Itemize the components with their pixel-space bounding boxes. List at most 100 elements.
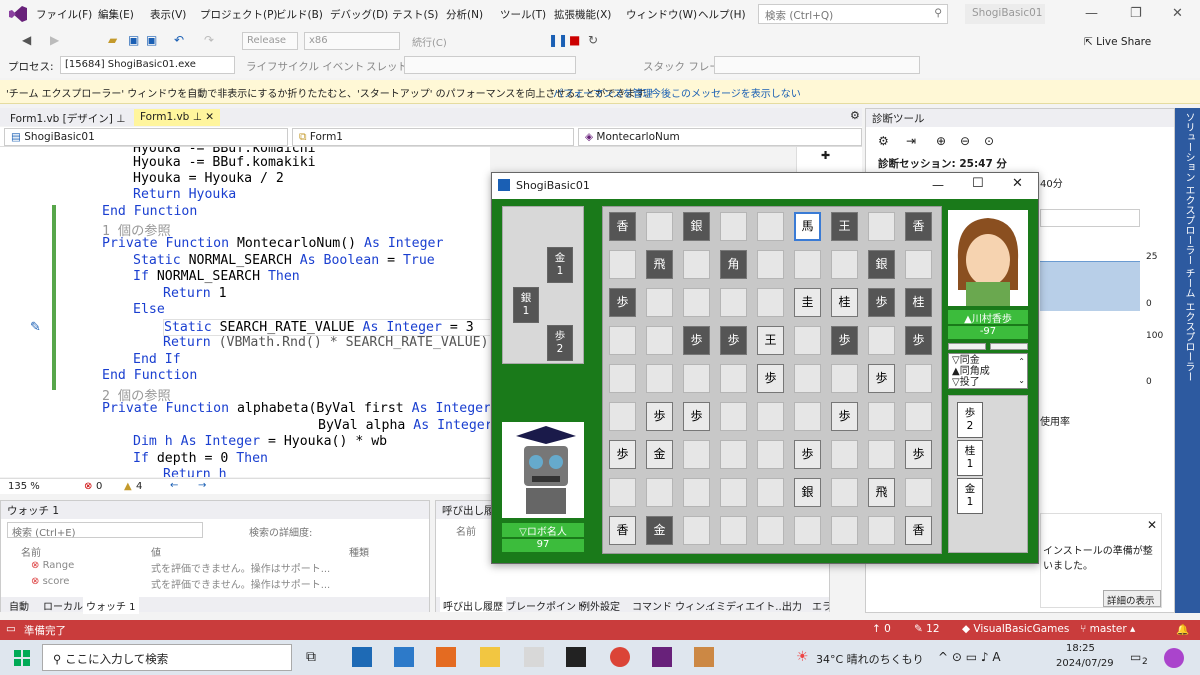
shogi-piece[interactable]: 銀 xyxy=(683,212,710,241)
search-input[interactable]: 検索 (Ctrl+Q) ⚲ xyxy=(758,4,948,24)
board-square[interactable] xyxy=(609,402,636,431)
prev-issue-icon[interactable]: ← xyxy=(170,480,178,491)
reset-zoom-icon[interactable]: ⊙ xyxy=(984,134,994,148)
board-square[interactable] xyxy=(646,288,673,317)
board-square[interactable] xyxy=(609,326,636,355)
board-square[interactable] xyxy=(905,364,932,393)
tab-form1-designer[interactable]: Form1.vb [デザイン] ⊥ xyxy=(4,109,132,126)
shogi-piece[interactable]: 香 xyxy=(905,212,932,241)
board-square[interactable] xyxy=(646,212,673,241)
shogi-piece[interactable]: 歩 xyxy=(757,364,784,393)
file-explorer-icon[interactable] xyxy=(480,647,500,667)
platform-select[interactable]: x86 xyxy=(304,32,400,50)
export-icon[interactable]: ⇥ xyxy=(906,134,916,148)
copilot-icon[interactable] xyxy=(1164,648,1184,668)
shogi-piece[interactable]: 歩 xyxy=(868,364,895,393)
board-square[interactable] xyxy=(720,440,747,469)
shogi-piece[interactable]: 銀 xyxy=(794,478,821,507)
stack-frame-select[interactable] xyxy=(714,56,920,74)
close-icon[interactable]: ✕ xyxy=(1147,518,1157,532)
board-square[interactable] xyxy=(757,212,784,241)
shogi-piece[interactable]: 香 xyxy=(609,516,636,545)
board-square[interactable] xyxy=(757,516,784,545)
edit-count[interactable]: ✎ 12 xyxy=(914,623,940,635)
minimize-icon[interactable]: — xyxy=(932,178,944,192)
next-issue-icon[interactable]: → xyxy=(198,480,206,491)
thread-select[interactable] xyxy=(404,56,576,74)
shogi-piece[interactable]: 歩 xyxy=(646,402,673,431)
board-square[interactable] xyxy=(720,288,747,317)
close-icon[interactable]: ✕ xyxy=(1012,176,1023,191)
board-square[interactable] xyxy=(609,250,636,279)
board-square[interactable] xyxy=(868,516,895,545)
close-icon[interactable]: ✕ xyxy=(1172,6,1183,21)
media-icon[interactable] xyxy=(436,647,456,667)
board-square[interactable] xyxy=(609,364,636,393)
minimize-icon[interactable]: — xyxy=(1085,6,1098,21)
captured-piece[interactable]: 歩2 xyxy=(547,325,573,361)
board-square[interactable] xyxy=(868,212,895,241)
app-icon[interactable] xyxy=(566,647,586,667)
clock-date[interactable]: 2024/07/29 xyxy=(1056,658,1114,669)
board-square[interactable] xyxy=(720,212,747,241)
menu-item[interactable]: 分析(N) xyxy=(446,7,483,22)
board-square[interactable] xyxy=(646,326,673,355)
board-square[interactable] xyxy=(757,402,784,431)
captured-piece[interactable]: 桂1 xyxy=(957,440,983,476)
pause-icon[interactable]: ❚❚ xyxy=(548,33,568,47)
board-square[interactable] xyxy=(609,478,636,507)
settings-icon[interactable]: ⚙ xyxy=(850,109,860,122)
board-square[interactable] xyxy=(905,402,932,431)
tab-breakpoints[interactable]: ブレークポイント xyxy=(506,598,586,612)
board-square[interactable] xyxy=(683,516,710,545)
shogi-piece[interactable]: 歩 xyxy=(683,326,710,355)
menu-item[interactable]: ウィンドウ(W) xyxy=(626,7,697,22)
board-square[interactable] xyxy=(905,250,932,279)
repo-selector[interactable]: ◆ VisualBasicGames xyxy=(962,623,1069,635)
board-square[interactable] xyxy=(905,478,932,507)
board-square[interactable] xyxy=(868,326,895,355)
move-history-list[interactable]: ▽同金 ▲同角成 ▽投了 ⌃ ⌄ xyxy=(948,353,1028,389)
config-select[interactable]: Release xyxy=(242,32,298,50)
board-square[interactable] xyxy=(720,516,747,545)
shogi-piece[interactable]: 王 xyxy=(831,212,858,241)
shogi-piece[interactable]: 銀 xyxy=(868,250,895,279)
board-square[interactable] xyxy=(868,440,895,469)
tab-call-stack[interactable]: 呼び出し履歴 xyxy=(440,597,506,612)
member-select[interactable]: ◈ MontecarloNum xyxy=(578,128,862,146)
side-panel-tabs[interactable]: ソリューション エクスプローラー チーム エクスプローラー xyxy=(1175,108,1200,613)
project-select[interactable]: ▤ ShogiBasic01 xyxy=(4,128,288,146)
undo-icon[interactable]: ↶ xyxy=(174,33,184,47)
error-count[interactable]: 0 xyxy=(96,481,102,492)
board-square[interactable] xyxy=(794,402,821,431)
board-square[interactable] xyxy=(683,364,710,393)
board-square[interactable] xyxy=(757,288,784,317)
board-square[interactable] xyxy=(831,250,858,279)
scroll-down-icon[interactable]: ⌄ xyxy=(1018,375,1025,386)
shogi-piece[interactable]: 王 xyxy=(757,326,784,355)
board-square[interactable] xyxy=(794,326,821,355)
tab-locals[interactable]: ローカル xyxy=(43,598,83,613)
shogi-piece[interactable]: 歩 xyxy=(683,402,710,431)
calculator-icon[interactable] xyxy=(352,647,372,667)
tab-output[interactable]: 出力 xyxy=(782,598,802,612)
shogi-piece[interactable]: 歩 xyxy=(868,288,895,317)
watch-search-input[interactable]: 検索 (Ctrl+E) xyxy=(7,522,203,539)
weather-text[interactable]: 34°C 晴れのちくもり xyxy=(816,651,924,667)
shogi-piece[interactable]: 歩 xyxy=(609,440,636,469)
menu-item[interactable]: ビルド(B) xyxy=(276,7,323,22)
shogi-piece[interactable]: 金 xyxy=(646,516,673,545)
shogi-piece[interactable]: 桂 xyxy=(905,288,932,317)
board-square[interactable] xyxy=(683,440,710,469)
shogi-piece[interactable]: 桂 xyxy=(831,288,858,317)
board-square[interactable] xyxy=(831,364,858,393)
settings-icon[interactable]: ⚙ xyxy=(878,134,889,148)
zoom-out-icon[interactable]: ⊖ xyxy=(960,134,970,148)
chrome-icon[interactable] xyxy=(610,647,630,667)
clock-time[interactable]: 18:25 xyxy=(1066,643,1095,654)
shogi-piece[interactable]: 歩 xyxy=(609,288,636,317)
manage-performance-link[interactable]: パフォーマンスを管理 xyxy=(553,85,653,100)
menu-item[interactable]: デバッグ(D) xyxy=(330,7,388,22)
board-square[interactable] xyxy=(794,364,821,393)
back-icon[interactable]: ◀ xyxy=(22,33,31,47)
